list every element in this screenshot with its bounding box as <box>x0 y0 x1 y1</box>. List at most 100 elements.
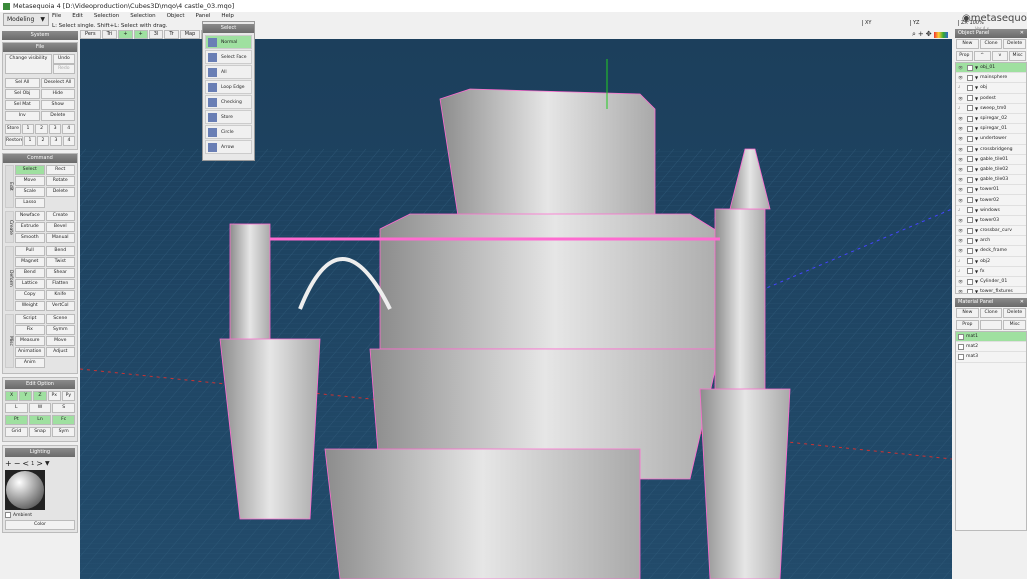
lock-checkbox[interactable] <box>967 64 973 71</box>
panel-button[interactable]: v <box>991 51 1009 61</box>
command-button-animation[interactable]: Animation <box>15 347 45 357</box>
command-button-rect[interactable]: Rect <box>45 165 75 175</box>
panel-button[interactable]: ^ <box>973 51 991 61</box>
lock-checkbox[interactable] <box>967 176 973 183</box>
prev-icon[interactable]: < <box>22 459 29 468</box>
command-button-bend[interactable]: Bend <box>15 268 45 278</box>
command-button-move[interactable]: Move <box>15 176 45 186</box>
expand-icon[interactable]: ▼ <box>975 187 978 192</box>
system-button[interactable]: Delete <box>40 111 75 121</box>
edit-option-button[interactable]: Sym <box>52 427 76 437</box>
lock-checkbox[interactable] <box>967 156 973 163</box>
lock-checkbox[interactable] <box>967 105 973 112</box>
expand-icon[interactable]: ▼ <box>975 157 978 162</box>
expand-icon[interactable]: ▼ <box>975 259 978 264</box>
slot-button[interactable]: 1 <box>24 136 36 146</box>
command-button-weight[interactable]: Weight <box>15 301 45 311</box>
slot-button[interactable]: 3 <box>50 136 62 146</box>
panel-button[interactable]: Clone <box>979 308 1003 318</box>
menu-edit[interactable]: Edit <box>72 13 83 19</box>
edit-option-button[interactable]: Ln <box>28 415 52 425</box>
object-row[interactable]: 👁 ▼ podest <box>956 93 1026 104</box>
redo-button[interactable]: Redo <box>52 64 75 74</box>
lock-checkbox[interactable] <box>967 146 973 153</box>
lock-checkbox[interactable] <box>967 288 973 293</box>
panel-button[interactable]: Misc <box>1003 320 1027 330</box>
object-row[interactable]: 👁 ▼ tower_fixtures <box>956 287 1026 293</box>
edit-option-button[interactable]: X <box>5 391 19 401</box>
command-button-delete[interactable]: Delete <box>45 187 75 197</box>
lock-checkbox[interactable] <box>967 217 973 224</box>
expand-icon[interactable]: ▼ <box>975 85 978 90</box>
expand-icon[interactable]: ▼ <box>975 136 978 141</box>
command-button-scale[interactable]: Scale <box>15 187 45 197</box>
menu-down-icon[interactable]: ▼ <box>45 460 50 467</box>
command-button-smooth[interactable]: Smooth <box>15 233 45 243</box>
visibility-icon[interactable]: 👁 <box>958 167 965 172</box>
visibility-icon[interactable]: 👁 <box>958 75 965 80</box>
lock-checkbox[interactable] <box>967 237 973 244</box>
visibility-icon[interactable]: 👁 <box>958 136 965 141</box>
edit-option-button[interactable]: S <box>52 403 76 413</box>
material-list[interactable]: mat1 mat2 mat3 <box>955 331 1027 531</box>
system-button[interactable]: Show <box>40 100 75 110</box>
material-row[interactable]: mat1 <box>956 332 1026 343</box>
object-row[interactable]: 👁 ▼ tower03 <box>956 215 1026 226</box>
slot-button[interactable]: 2 <box>35 124 48 134</box>
object-row[interactable]: 👁 ▼ crossbridgeng <box>956 144 1026 155</box>
command-button-twist[interactable]: Twist <box>45 257 75 267</box>
panel-button[interactable]: Prop <box>956 320 979 330</box>
expand-icon[interactable]: ▼ <box>975 65 978 70</box>
expand-icon[interactable]: ▼ <box>975 248 978 253</box>
lock-checkbox[interactable] <box>967 135 973 142</box>
visibility-icon[interactable]: ┘ <box>958 106 965 111</box>
command-button-lattice[interactable]: Lattice <box>15 279 45 289</box>
zoom-icon[interactable]: ⌕ <box>912 30 916 39</box>
command-button-anim[interactable]: Anim <box>15 358 45 368</box>
expand-icon[interactable]: ▼ <box>975 116 978 121</box>
lock-checkbox[interactable] <box>967 207 973 214</box>
visibility-icon[interactable]: ┘ <box>958 85 965 90</box>
close-icon[interactable]: ✕ <box>1020 298 1024 307</box>
view-toggle-button[interactable]: Pers <box>80 30 101 39</box>
expand-icon[interactable]: ▼ <box>975 238 978 243</box>
edit-option-button[interactable]: L <box>5 403 28 413</box>
command-button-symm[interactable]: Symm <box>45 325 75 335</box>
visibility-icon[interactable]: 👁 <box>958 65 965 70</box>
object-row[interactable]: 👁 ▼ obj_01 <box>956 63 1026 74</box>
command-button-adjust[interactable]: Adjust <box>45 347 75 357</box>
command-button-bevel[interactable]: Bevel <box>45 222 75 232</box>
command-button-bend[interactable]: Bend <box>45 246 75 256</box>
undo-button[interactable]: Undo <box>52 54 75 64</box>
object-row[interactable]: 👁 ▼ gable_tile01 <box>956 154 1026 165</box>
menu-panel[interactable]: Panel <box>196 13 211 19</box>
object-row[interactable]: 👁 ▼ spiregar_02 <box>956 113 1026 125</box>
panel-button[interactable]: Prop <box>956 51 973 61</box>
system-button[interactable]: Sel Obj <box>5 89 40 99</box>
expand-icon[interactable]: ▼ <box>975 208 978 213</box>
command-button-knife[interactable]: Knife <box>45 290 75 300</box>
system-button[interactable]: Sel Mat <box>5 100 40 110</box>
system-button[interactable]: Deselect All <box>40 78 75 88</box>
command-button-lasso[interactable]: Lasso <box>15 198 45 208</box>
light-preview[interactable] <box>5 470 45 510</box>
command-button-pull[interactable]: Pull <box>15 246 45 256</box>
object-row[interactable]: 👁 ▼ undertower <box>956 134 1026 145</box>
command-button-measure[interactable]: Measure <box>15 336 45 346</box>
select-mode-5[interactable]: Store <box>205 110 252 124</box>
lock-checkbox[interactable] <box>967 197 973 204</box>
command-button-manual[interactable]: Manual <box>45 233 75 243</box>
edit-option-button[interactable]: Snap <box>28 427 52 437</box>
lock-checkbox[interactable] <box>967 95 973 102</box>
lock-checkbox[interactable] <box>967 84 973 91</box>
expand-icon[interactable]: ▼ <box>975 126 978 131</box>
expand-icon[interactable]: ▼ <box>975 75 978 80</box>
panel-button[interactable]: Delete <box>1003 308 1027 318</box>
object-row[interactable]: 👁 ▼ crossbar_curv <box>956 226 1026 237</box>
visibility-icon[interactable]: 👁 <box>958 238 965 243</box>
object-row[interactable]: ┘ ▼ sweep_tm0 <box>956 103 1026 114</box>
select-mode-2[interactable]: All <box>205 65 252 79</box>
lock-checkbox[interactable] <box>967 268 973 275</box>
view-toggle-button[interactable]: 3l <box>148 30 164 39</box>
lock-checkbox[interactable] <box>967 247 973 254</box>
